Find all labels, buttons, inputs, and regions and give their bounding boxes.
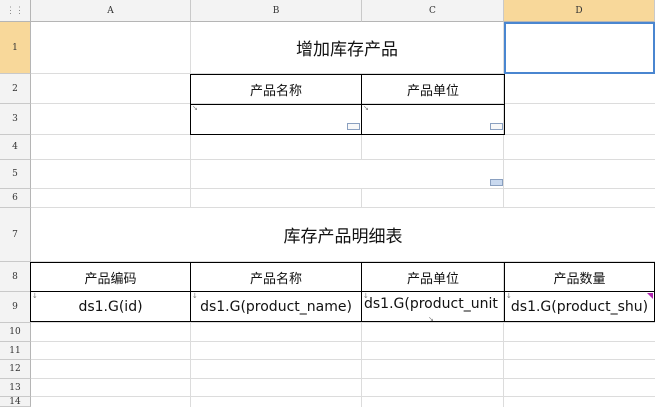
- comment-marker-icon: [647, 293, 653, 299]
- form-title[interactable]: 增加库存产品: [191, 22, 503, 73]
- expand-arrow-icon: ↓: [192, 292, 198, 300]
- select-all-corner[interactable]: ⋮⋮: [0, 0, 31, 22]
- border: [190, 134, 505, 135]
- spreadsheet: ⋮⋮ A B C D 1 2 3 4 5 6 7 8 9 10 11 12 13…: [0, 0, 655, 407]
- row-header-3[interactable]: 3: [0, 104, 31, 135]
- detail-cell-product-quantity[interactable]: ds1.G(product_shu): [505, 292, 654, 321]
- row-header-12[interactable]: 12: [0, 360, 31, 379]
- row-header-5[interactable]: 5: [0, 160, 31, 189]
- text-widget-icon[interactable]: [490, 123, 503, 130]
- merged-cell-row5[interactable]: [191, 160, 503, 188]
- expand-arrow-icon: ↘: [192, 104, 198, 112]
- expand-arrow-icon: ↓: [506, 292, 512, 300]
- row-header-7[interactable]: 7: [0, 208, 31, 262]
- expand-arrow-icon: ↘: [363, 104, 369, 112]
- row-header-14[interactable]: 14: [0, 397, 31, 407]
- detail-header-product-unit[interactable]: 产品单位: [362, 263, 504, 291]
- button-widget-icon[interactable]: [490, 179, 503, 186]
- form-header-product-name[interactable]: 产品名称: [191, 75, 361, 104]
- detail-cell-id[interactable]: ds1.G(id): [31, 292, 190, 321]
- product-name-input-cell[interactable]: [191, 105, 361, 134]
- detail-cell-product-name[interactable]: ds1.G(product_name): [191, 292, 361, 321]
- border: [30, 321, 655, 322]
- expand-arrow-icon: ↓: [32, 292, 38, 300]
- grid-line: [31, 341, 655, 342]
- detail-title[interactable]: 库存产品明细表: [31, 208, 655, 261]
- grid-icon: ⋮⋮: [6, 5, 24, 16]
- form-header-product-unit[interactable]: 产品单位: [362, 75, 504, 104]
- grid-line: [31, 378, 655, 379]
- grid-line: [31, 396, 655, 397]
- expand-arrow-icon: ↓: [363, 292, 369, 300]
- row-header-11[interactable]: 11: [0, 342, 31, 360]
- row-header-6[interactable]: 6: [0, 189, 31, 208]
- selected-cell-d1[interactable]: [504, 22, 655, 74]
- grid-line: [31, 188, 655, 189]
- border: [504, 74, 505, 135]
- grid-line: [31, 359, 655, 360]
- row-header-1[interactable]: 1: [0, 22, 31, 74]
- grid-line: [31, 322, 655, 323]
- row-header-4[interactable]: 4: [0, 135, 31, 160]
- column-header-a[interactable]: A: [31, 0, 191, 22]
- row-header-13[interactable]: 13: [0, 379, 31, 397]
- detail-cell-product-unit[interactable]: ds1.G(product_unit: [362, 292, 504, 316]
- product-unit-input-cell[interactable]: [362, 105, 504, 134]
- row-header-9[interactable]: 9: [0, 292, 31, 323]
- row-header-10[interactable]: 10: [0, 323, 31, 342]
- detail-header-product-name[interactable]: 产品名称: [191, 263, 361, 291]
- detail-header-product-code[interactable]: 产品编码: [31, 263, 190, 291]
- expand-arrow-icon: ↘: [428, 315, 434, 323]
- row-header-8[interactable]: 8: [0, 262, 31, 292]
- row-header-2[interactable]: 2: [0, 74, 31, 104]
- column-header-d[interactable]: D: [504, 0, 655, 22]
- detail-header-product-quantity[interactable]: 产品数量: [505, 263, 654, 291]
- column-header-c[interactable]: C: [362, 0, 504, 22]
- column-header-b[interactable]: B: [191, 0, 362, 22]
- text-widget-icon[interactable]: [347, 123, 360, 130]
